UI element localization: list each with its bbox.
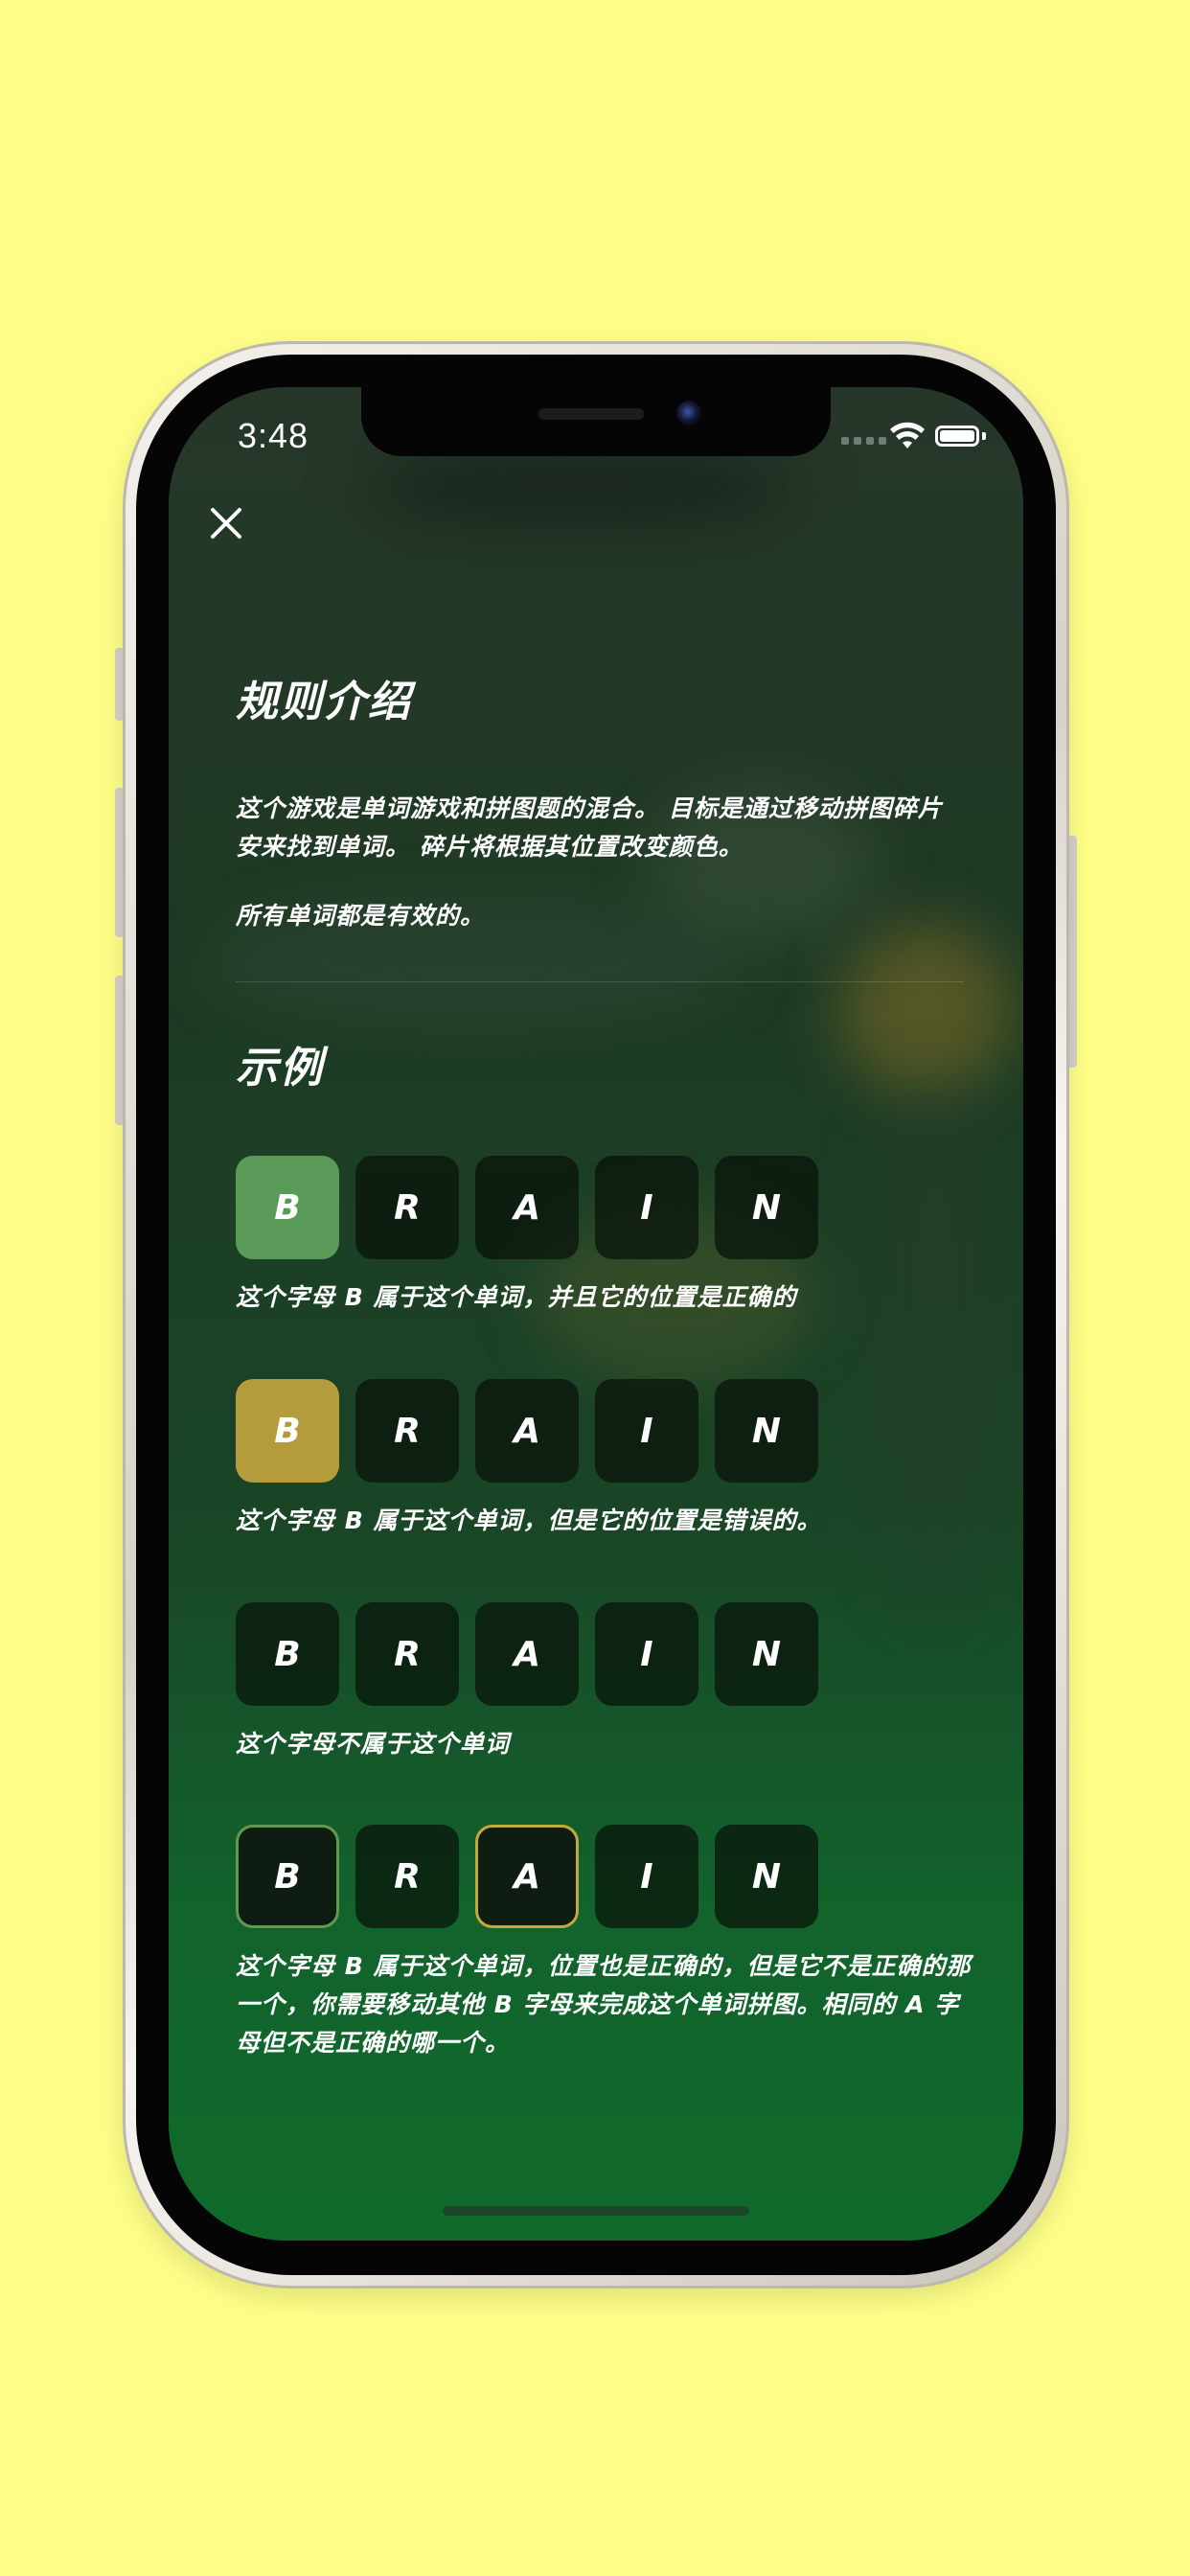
- letter-tile: B: [236, 1602, 339, 1706]
- letter-tile: R: [355, 1825, 459, 1928]
- letter-tile: R: [355, 1156, 459, 1259]
- wifi-icon: [890, 422, 925, 448]
- letter-tile: N: [715, 1602, 818, 1706]
- rules-title: 规则介绍: [236, 678, 412, 726]
- bg-blob: [360, 445, 801, 531]
- stage: 3:48 规则介绍 这个游戏是单词游戏和拼图题的混合。 目标是通过移动拼图碎片安…: [0, 0, 1190, 2576]
- cellular-signal-icon: [841, 437, 886, 445]
- example-1-tiles: B R A I N: [236, 1156, 818, 1259]
- section-divider: [236, 981, 964, 982]
- letter-tile: I: [595, 1602, 698, 1706]
- examples-title: 示例: [236, 1044, 324, 1092]
- example-3-caption: 这个字母不属于这个单词: [236, 1730, 511, 1758]
- rules-intro: 这个游戏是单词游戏和拼图题的混合。 目标是通过移动拼图碎片安来找到单词。 碎片将…: [236, 794, 943, 861]
- letter-tile: A: [475, 1379, 579, 1483]
- letter-tile: B: [236, 1379, 339, 1483]
- front-camera: [676, 401, 701, 426]
- letter-tile: A: [475, 1825, 579, 1928]
- bg-blob: [839, 924, 1012, 1096]
- letter-tile: R: [355, 1379, 459, 1483]
- example-4-tiles: B R A I N: [236, 1825, 818, 1928]
- battery-nub: [982, 432, 986, 440]
- example-1-caption: 这个字母 B 属于这个单词，并且它的位置是正确的: [236, 1283, 797, 1311]
- example-3-tiles: B R A I N: [236, 1602, 818, 1706]
- notch: [361, 387, 831, 456]
- letter-tile: B: [236, 1156, 339, 1259]
- rules-all-valid: 所有单词都是有效的。: [236, 902, 486, 930]
- close-icon[interactable]: [205, 502, 247, 544]
- letter-tile: N: [715, 1156, 818, 1259]
- example-2-tiles: B R A I N: [236, 1379, 818, 1483]
- letter-tile: N: [715, 1379, 818, 1483]
- letter-tile: I: [595, 1825, 698, 1928]
- screen: 3:48 规则介绍 这个游戏是单词游戏和拼图题的混合。 目标是通过移动拼图碎片安…: [169, 387, 1023, 2241]
- speaker-grille: [538, 408, 644, 420]
- letter-tile: A: [475, 1156, 579, 1259]
- status-time: 3:48: [238, 416, 309, 455]
- battery-icon: [935, 426, 979, 447]
- letter-tile: I: [595, 1379, 698, 1483]
- letter-tile: A: [475, 1602, 579, 1706]
- letter-tile: R: [355, 1602, 459, 1706]
- example-4-caption: 这个字母 B 属于这个单词，位置也是正确的，但是它不是正确的那一个，你需要移动其…: [236, 1952, 972, 2057]
- letter-tile: N: [715, 1825, 818, 1928]
- home-indicator[interactable]: [443, 2206, 749, 2216]
- letter-tile: I: [595, 1156, 698, 1259]
- example-2-caption: 这个字母 B 属于这个单词，但是它的位置是错误的。: [236, 1506, 822, 1534]
- letter-tile: B: [236, 1825, 339, 1928]
